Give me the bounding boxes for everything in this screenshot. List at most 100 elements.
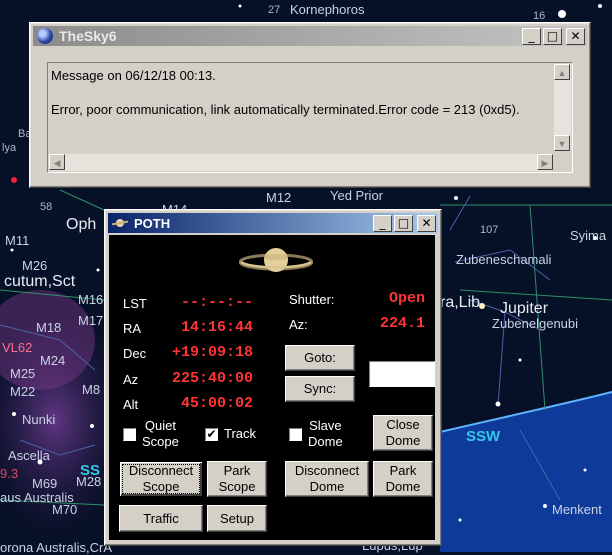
sky-object-label: 16 (533, 10, 546, 22)
sky-object-label: M26 (22, 258, 48, 273)
goto-button[interactable]: Goto: (285, 345, 355, 371)
alt-label: Alt (123, 397, 139, 412)
sky-object-label: Zubenelgenubi (492, 316, 579, 331)
message-line-date: Message on 06/12/18 00:13. (51, 68, 216, 83)
slave-dome-label-line2: Dome (308, 434, 343, 449)
scroll-up-arrow-icon[interactable]: ▲ (554, 64, 570, 80)
sky-object-label: Nunki (22, 412, 56, 427)
dome-az-value: 224.1 (380, 315, 426, 332)
park-scope-label-line2: Scope (218, 479, 256, 494)
sky-object-label: Yed Prior (330, 188, 383, 203)
sky-object-label: Ascella (8, 448, 50, 463)
saturn-icon (239, 248, 313, 272)
close-dome-label-line1: Close (386, 417, 420, 432)
goto-button-label: Goto: (304, 350, 336, 365)
park-dome-label-line2: Dome (385, 479, 421, 494)
marker-dot (11, 177, 17, 183)
sky-object-label: M16 (78, 292, 104, 307)
close-button[interactable]: ✕ (417, 215, 436, 232)
ra-value: 14:16:44 (181, 319, 254, 336)
slave-dome-checkbox[interactable]: Slave Dome (289, 418, 343, 450)
disconnect-scope-button[interactable]: Disconnect Scope (119, 461, 203, 497)
traffic-button-label: Traffic (143, 510, 179, 526)
disconnect-scope-label-line2: Scope (142, 479, 180, 494)
poth-window[interactable]: POTH _ □ ✕ LST --:--:-- RA 14:16:44 Dec … (104, 209, 442, 546)
thesky6-window[interactable]: TheSky6 _ □ ✕ Message on 06/12/18 00:13.… (29, 22, 591, 188)
quiet-scope-checkbox-box[interactable] (123, 427, 136, 441)
poth-panel: LST --:--:-- RA 14:16:44 Dec +19:09:18 A… (109, 235, 435, 540)
disconnect-dome-label-line2: Dome (309, 479, 345, 494)
maximize-button[interactable]: □ (543, 28, 562, 45)
minimize-button[interactable]: _ (373, 215, 392, 232)
sky-object-label: 107 (480, 224, 499, 236)
minimize-button[interactable]: _ (522, 28, 541, 45)
quiet-scope-label-line1: Quiet (144, 418, 176, 433)
sky-object-label: SSW (466, 428, 501, 445)
sky-object-label: M12 (266, 190, 292, 205)
disconnect-dome-button[interactable]: Disconnect Dome (285, 461, 369, 497)
message-line-error: Error, poor communication, link automati… (51, 102, 520, 117)
poth-titlebar[interactable]: POTH _ □ ✕ (108, 213, 438, 233)
sky-object-label: M22 (10, 384, 36, 399)
scroll-left-arrow-icon[interactable]: ◀ (49, 154, 65, 170)
sky-object-label: ra,Lib (440, 294, 481, 311)
sky-object-label: M11 (5, 233, 30, 248)
sky-object-label: M18 (36, 320, 62, 335)
thesky6-titlebar[interactable]: TheSky6 _ □ ✕ (33, 26, 587, 46)
sync-button[interactable]: Sync: (285, 376, 355, 402)
shutter-label: Shutter: (289, 292, 335, 307)
check-mark-icon: ✔ (206, 426, 217, 441)
sky-object-label: Oph (66, 216, 97, 233)
track-checkbox[interactable]: ✔ Track (205, 426, 256, 442)
sky-object-label: cutum,Sct (4, 273, 76, 290)
quiet-scope-label-line2: Scope (142, 434, 179, 449)
quiet-scope-checkbox[interactable]: Quiet Scope (123, 418, 179, 450)
sky-object-label: M24 (40, 353, 66, 368)
sky-object-label: Kornephoros (290, 2, 365, 17)
track-label: Track (224, 426, 257, 441)
vertical-scrollbar[interactable]: ▲ ▼ (554, 64, 571, 151)
maximize-button[interactable]: □ (394, 215, 413, 232)
sky-object-label: 27 (268, 4, 281, 16)
scroll-down-arrow-icon[interactable]: ▼ (554, 135, 570, 151)
traffic-button[interactable]: Traffic (119, 505, 203, 532)
az-value: 225:40:00 (172, 370, 254, 387)
horizontal-scrollbar[interactable]: ◀ ▶ (49, 154, 553, 171)
sky-object-label: M8 (82, 382, 101, 397)
sky-object-label: M28 (76, 474, 102, 489)
close-dome-label-line2: Dome (385, 433, 421, 448)
message-textarea[interactable]: Message on 06/12/18 00:13. Error, poor c… (47, 62, 573, 173)
window-title: POTH (134, 215, 171, 231)
sky-object-label: M17 (78, 313, 104, 328)
sky-object-label: lya (2, 142, 17, 154)
close-button[interactable]: ✕ (566, 28, 585, 45)
alt-value: 45:00:02 (181, 395, 254, 412)
park-dome-label-line1: Park (389, 463, 417, 478)
sky-object-label: M69 (32, 476, 58, 491)
lst-label: LST (123, 296, 147, 311)
park-dome-button[interactable]: Park Dome (373, 461, 433, 497)
park-scope-button[interactable]: Park Scope (207, 461, 267, 497)
dec-label: Dec (123, 346, 147, 361)
goto-position-input[interactable] (369, 361, 435, 387)
scroll-right-arrow-icon[interactable]: ▶ (537, 154, 553, 170)
horizon-ground (440, 392, 612, 552)
close-dome-button[interactable]: Close Dome (373, 415, 433, 451)
sky-object-label: M25 (10, 366, 36, 381)
sky-object-label: M70 (52, 502, 78, 517)
setup-button[interactable]: Setup (207, 505, 267, 532)
slave-dome-checkbox-box[interactable] (289, 427, 302, 441)
dome-az-label: Az: (289, 317, 308, 332)
setup-button-label: Setup (220, 510, 254, 526)
sky-object-label: Zubeneschamali (456, 252, 552, 267)
track-checkbox-box[interactable]: ✔ (205, 426, 218, 441)
az-label: Az (123, 372, 139, 387)
dec-value: +19:09:18 (172, 344, 254, 361)
sky-object-label: VL62 (2, 340, 33, 355)
scrollbar-corner (554, 154, 571, 171)
disconnect-dome-label-line1: Disconnect (294, 463, 360, 478)
slave-dome-label-line1: Slave (309, 418, 342, 433)
saturn-app-icon (112, 218, 128, 228)
sync-button-label: Sync: (303, 381, 337, 396)
sky-object-label: 58 (40, 201, 53, 213)
